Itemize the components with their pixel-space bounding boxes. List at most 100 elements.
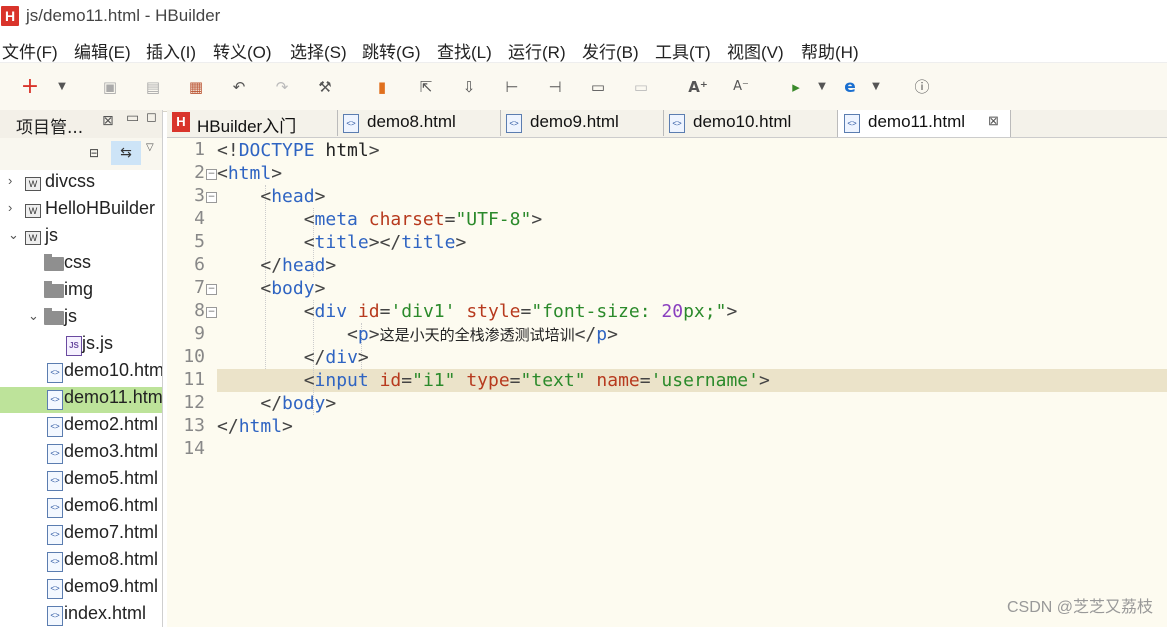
fold-toggle-icon[interactable]: − (206, 192, 217, 203)
chevron-down-icon[interactable]: ⌄ (28, 308, 39, 324)
collapse-all-icon[interactable]: ⊟ (86, 146, 102, 162)
uncomment-icon[interactable]: ▭ (631, 77, 651, 97)
browser-dropdown-icon[interactable]: ▼ (866, 77, 886, 97)
fold-toggle-icon[interactable]: − (206, 307, 217, 318)
view-menu-icon[interactable]: ▽ (146, 142, 154, 153)
run-dropdown-icon[interactable]: ▼ (812, 77, 832, 97)
code-token: "font-size: (531, 301, 662, 322)
html-file-icon: <> (47, 579, 63, 599)
code-line[interactable]: <title></title> (217, 231, 1167, 254)
code-token: </ (303, 347, 326, 368)
code-line[interactable]: <body> (217, 277, 1167, 300)
align-right-icon[interactable]: ⊣ (545, 77, 565, 97)
comment-icon[interactable]: ▭ (588, 77, 608, 97)
editor-tab[interactable]: <> demo8.html (337, 110, 501, 136)
menu-item[interactable]: 查找(L) (437, 38, 492, 63)
tree-item[interactable]: <> demo6.html (0, 495, 162, 521)
code-line[interactable] (217, 438, 1167, 461)
code-line[interactable]: <input id="i1" type="text" name='usernam… (217, 369, 1167, 392)
font-increase-icon[interactable]: A⁺ (688, 77, 708, 97)
run-icon[interactable]: ▸ (786, 77, 806, 97)
code-token: id (357, 301, 380, 322)
code-token: > (531, 209, 543, 230)
code-token: 这是小天的全栈渗透测试培训 (379, 326, 575, 344)
tree-item[interactable]: <> demo3.html (0, 441, 162, 467)
chevron-right-icon[interactable]: › (8, 200, 12, 215)
close-icon[interactable]: ⊠ (102, 113, 114, 129)
tree-item[interactable]: img (0, 279, 162, 305)
format-icon[interactable]: ⚒ (315, 77, 335, 97)
maximize-icon[interactable]: ◻ (146, 110, 157, 125)
add-icon[interactable]: + (20, 76, 40, 98)
code-token: "i1" (412, 370, 456, 391)
menu-item[interactable]: 选择(S) (290, 38, 347, 63)
menu-item[interactable]: 工具(T) (655, 38, 711, 63)
tree-item[interactable]: › Wdivcss (0, 171, 162, 197)
font-decrease-icon[interactable]: A⁻ (731, 77, 751, 97)
code-line[interactable]: <html> (217, 162, 1167, 185)
goto-icon[interactable]: ⇱ (416, 77, 436, 97)
download-icon[interactable]: ⇩ (459, 77, 479, 97)
tree-item[interactable]: › W HelloHBuilder (0, 198, 162, 224)
code-line[interactable]: </div> (217, 346, 1167, 369)
tree-item[interactable]: <> demo11.html (0, 387, 162, 413)
code-line[interactable]: <meta charset="UTF-8"> (217, 208, 1167, 231)
close-icon[interactable]: ⊠ (988, 113, 999, 129)
tree-item[interactable]: <> demo9.html (0, 576, 162, 602)
menu-item[interactable]: 帮助(H) (801, 38, 859, 63)
menu-item[interactable]: 转义(O) (213, 38, 272, 63)
chevron-right-icon[interactable]: › (8, 173, 12, 188)
tree-item[interactable]: <> demo2.html (0, 414, 162, 440)
code-line[interactable]: <div id='div1' style="font-size: 20px;"> (217, 300, 1167, 323)
menu-item[interactable]: 视图(V) (727, 38, 784, 63)
tree-item[interactable]: <> demo7.html (0, 522, 162, 548)
menu-item[interactable]: 编辑(E) (74, 38, 131, 63)
menu-item[interactable]: 插入(I) (146, 38, 196, 63)
tree-item[interactable]: css (0, 252, 162, 278)
tree-item[interactable]: JS js.js (0, 333, 162, 359)
bookmark-icon[interactable]: ▮ (372, 77, 392, 97)
code-line[interactable]: <!DOCTYPE html> (217, 139, 1167, 162)
editor-area: H HBuilder入门 <> demo8.html <> demo9.html <> dem… (167, 110, 1167, 627)
editor-tab[interactable]: <> demo10.html (663, 110, 838, 136)
editor-tab[interactable]: H HBuilder入门 (167, 110, 338, 136)
code-line[interactable]: <p>这是小天的全栈渗透测试培训</p> (217, 323, 1167, 346)
editor-tab[interactable]: <> demo9.html (500, 110, 664, 136)
project-manager-tab[interactable]: 项目管... (16, 113, 83, 138)
tree-item[interactable]: <> demo8.html (0, 549, 162, 575)
fold-toggle-icon[interactable]: − (206, 169, 217, 180)
code-editor[interactable]: <!DOCTYPE html> <html> <head> <meta chars… (217, 137, 1167, 627)
code-line[interactable]: <head> (217, 185, 1167, 208)
tree-item[interactable]: ⌄ js (0, 306, 162, 332)
menu-item[interactable]: 跳转(G) (362, 38, 421, 63)
minimize-icon[interactable]: ▭ (126, 110, 139, 126)
link-editor-icon[interactable]: ⇆ (111, 141, 141, 165)
code-token: < (260, 278, 272, 299)
code-line[interactable]: </head> (217, 254, 1167, 277)
code-line[interactable]: </body> (217, 392, 1167, 415)
menu-item[interactable]: 发行(B) (582, 38, 639, 63)
dropdown-icon[interactable]: ▼ (52, 77, 72, 97)
align-left-icon[interactable]: ⊢ (502, 77, 522, 97)
chevron-down-icon[interactable]: ⌄ (8, 227, 19, 243)
html-file-icon: <> (506, 114, 522, 133)
save-icon[interactable]: ▣ (100, 77, 120, 97)
browser-icon[interactable]: e (840, 77, 860, 97)
code-line[interactable]: </html> (217, 415, 1167, 438)
menu-item[interactable]: 文件(F) (2, 38, 58, 63)
tree-item[interactable]: <> demo5.html (0, 468, 162, 494)
menu-item[interactable]: 运行(R) (508, 38, 566, 63)
editor-tab[interactable]: <> demo11.html ⊠ (837, 110, 1011, 137)
tree-item[interactable]: <> demo10.html (0, 360, 162, 386)
tree-item[interactable]: ⌄ Wjs (0, 225, 162, 251)
save-all-icon[interactable]: ▤ (143, 77, 163, 97)
code-token: </ (574, 324, 597, 345)
redo-icon[interactable]: ↷ (272, 77, 292, 97)
info-icon[interactable]: ⓘ (912, 77, 932, 97)
undo-icon[interactable]: ↶ (229, 77, 249, 97)
tree-item[interactable]: <> index.html (0, 603, 162, 629)
fold-toggle-icon[interactable]: − (206, 284, 217, 295)
close-file-icon[interactable]: ▦ (186, 77, 206, 97)
